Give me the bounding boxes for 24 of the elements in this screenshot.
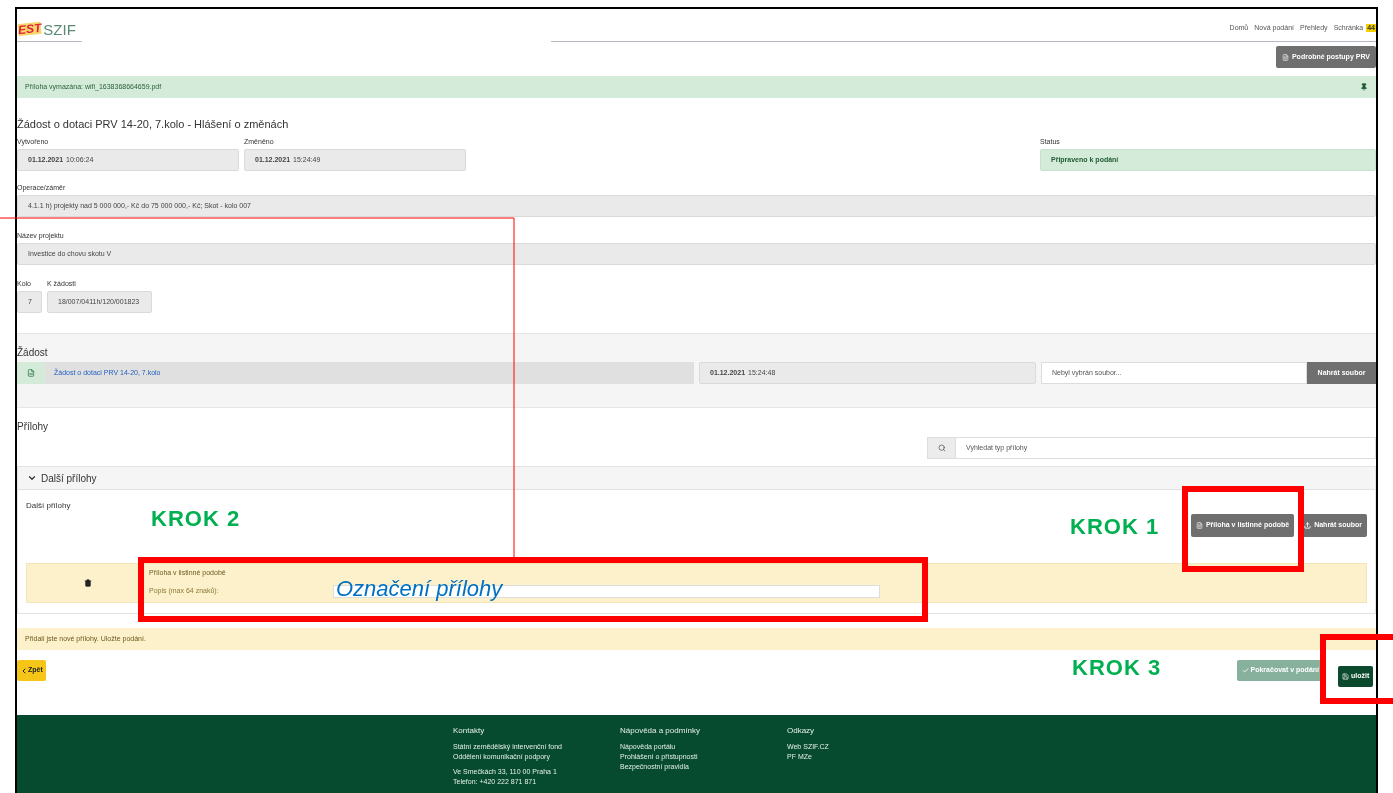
save-icon bbox=[1342, 673, 1349, 680]
accordion-header[interactable]: Další přílohy bbox=[18, 467, 1375, 490]
step-label: KROK 2 bbox=[151, 506, 241, 532]
footer-heading: Kontakty bbox=[453, 725, 485, 737]
pin-icon[interactable] bbox=[1360, 83, 1368, 91]
step-label: KROK 3 bbox=[1072, 655, 1162, 681]
footer-heading: Odkazy bbox=[787, 725, 815, 737]
footer-heading: Nápověda a podmínky bbox=[620, 725, 701, 737]
trash-icon[interactable] bbox=[84, 579, 92, 587]
search-icon bbox=[937, 444, 946, 452]
chevron-left-icon bbox=[20, 666, 28, 675]
section-heading: Žádost bbox=[17, 347, 48, 359]
section-heading: Přílohy bbox=[17, 421, 49, 433]
spreadsheet-icon bbox=[27, 369, 35, 377]
document-icon bbox=[1195, 522, 1203, 529]
logo[interactable]: EST SZIF bbox=[17, 17, 77, 41]
step-label: KROK 1 bbox=[1070, 514, 1160, 540]
upload-icon bbox=[1304, 522, 1312, 529]
callout-text: Označení přílohy bbox=[336, 576, 503, 602]
page-title: Žádost o dotaci PRV 14-20, 7.kolo - Hlášení o změnách bbox=[17, 118, 290, 130]
group-label: Další přílohy bbox=[26, 500, 71, 512]
chevron-down-icon bbox=[27, 473, 37, 483]
document-icon bbox=[1281, 53, 1289, 61]
check-icon bbox=[1241, 667, 1249, 674]
